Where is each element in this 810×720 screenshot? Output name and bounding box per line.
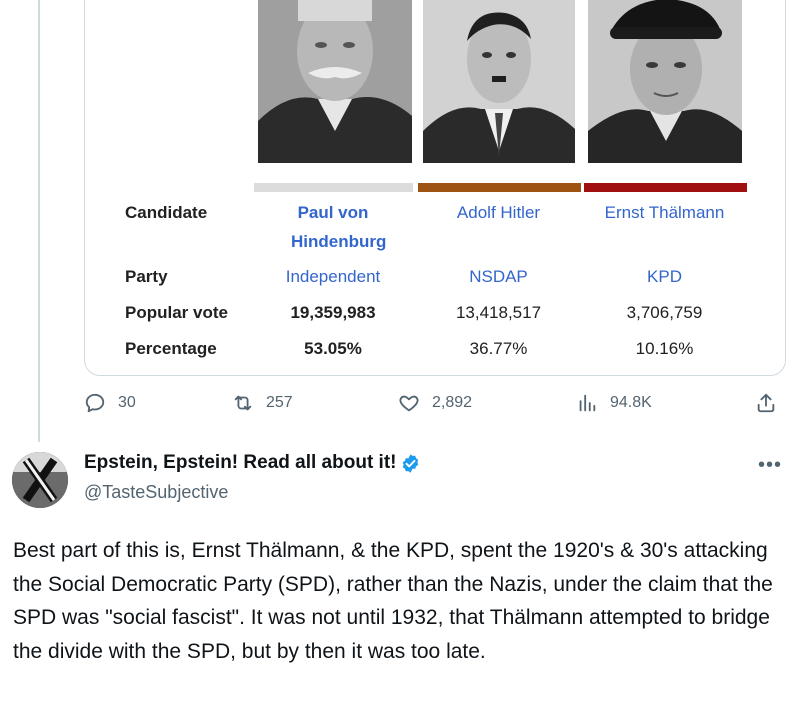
party-link-kpd[interactable]: KPD (583, 262, 746, 291)
votes-hindenburg: 19,359,983 (290, 303, 376, 322)
repost-arrows-icon (234, 395, 252, 411)
like-count: 2,892 (432, 394, 473, 411)
like-button[interactable]: 2,892 (398, 392, 472, 414)
tweet-text: Best part of this is, Ernst Thälmann, & … (13, 539, 773, 663)
row-label-party: Party (125, 267, 168, 286)
candidate-link-thalmann[interactable]: Ernst Thälmann (583, 198, 746, 227)
reply-count: 30 (118, 394, 136, 411)
party-color-bar-independent (254, 183, 413, 192)
tweet-action-bar: 30 257 2,892 94.8K (84, 392, 784, 422)
share-upload-icon (757, 393, 775, 413)
candidate-link-hindenburg[interactable]: Paul von Hindenburg (253, 198, 413, 256)
display-name-text: Epstein, Epstein! Read all about it! (84, 452, 397, 473)
percentage-hindenburg: 53.05% (304, 339, 362, 358)
candidate-photo-thalmann (588, 0, 742, 163)
row-label-candidate: Candidate (125, 203, 208, 222)
repost-button[interactable]: 257 (232, 392, 293, 414)
percentage-thalmann: 10.16% (635, 339, 694, 358)
repost-count: 257 (266, 394, 293, 411)
user-handle[interactable]: @TasteSubjective (84, 482, 228, 503)
candidate-photo-hitler (423, 0, 575, 163)
more-dots-icon[interactable]: ••• (758, 454, 782, 477)
party-color-bar-kpd (584, 183, 747, 192)
verified-badge-icon (403, 453, 419, 473)
display-name[interactable]: Epstein, Epstein! Read all about it! (84, 452, 421, 474)
party-link-nsdap[interactable]: NSDAP (417, 262, 580, 291)
candidate-link-hitler[interactable]: Adolf Hitler (417, 198, 580, 227)
quoted-media-card[interactable]: Candidate Paul von Hindenburg Adolf Hitl… (84, 0, 786, 376)
avatar[interactable] (12, 452, 68, 508)
votes-hitler: 13,418,517 (455, 303, 542, 322)
party-color-bar-nsdap (418, 183, 581, 192)
bar-chart-icon (579, 394, 596, 412)
share-button[interactable] (755, 392, 789, 414)
votes-thalmann: 3,706,759 (626, 303, 703, 322)
speech-bubble-icon (85, 393, 105, 413)
row-label-popular-vote: Popular vote (125, 303, 228, 322)
views-button[interactable]: 94.8K (576, 392, 652, 414)
heart-icon (399, 395, 419, 412)
reply-button[interactable]: 30 (84, 392, 136, 414)
candidate-photo-hindenburg (258, 0, 412, 163)
party-link-independent[interactable]: Independent (253, 262, 413, 291)
views-count: 94.8K (610, 394, 652, 411)
row-label-percentage: Percentage (125, 339, 217, 358)
percentage-hitler: 36.77% (469, 339, 528, 358)
thread-line (38, 0, 40, 442)
